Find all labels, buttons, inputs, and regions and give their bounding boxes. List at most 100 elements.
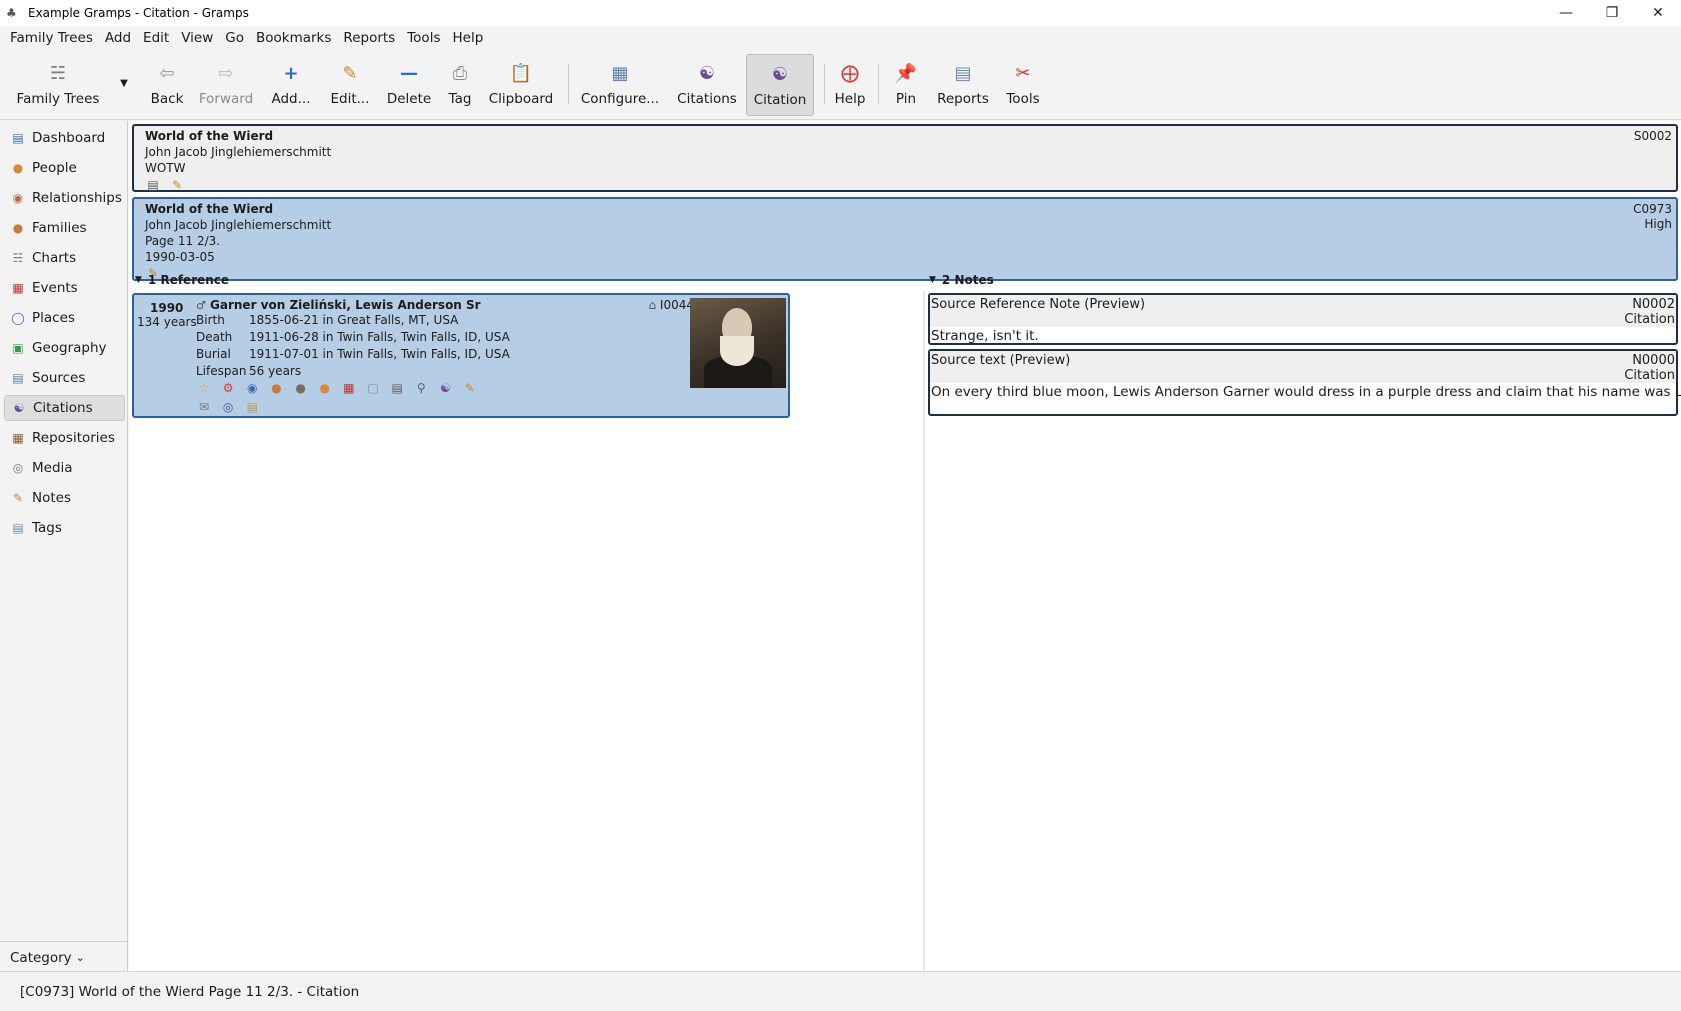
sidebar-item-citations[interactable]: ☯ Citations [4, 395, 125, 421]
sidebar-item-repositories[interactable]: ▦ Repositories [4, 425, 125, 451]
media-icon[interactable]: ◎ [220, 399, 236, 415]
toolbar-separator [878, 64, 879, 104]
clipboard-button[interactable]: 📋 Clipboard [486, 54, 556, 116]
menu-bookmarks[interactable]: Bookmarks [250, 30, 337, 46]
male-icon: ♂ [196, 299, 206, 312]
chevron-down-icon: ⌄ [75, 951, 85, 964]
sidebar-item-media[interactable]: ◎ Media [4, 455, 125, 481]
citation-icon[interactable]: ☯ [437, 380, 453, 396]
tools-icon: ✂ [1015, 63, 1031, 84]
sidebar-item-notes[interactable]: ✎ Notes [4, 485, 125, 511]
forward-button[interactable]: ⇨ Forward [196, 54, 256, 116]
sidebar-item-dashboard[interactable]: ▤ Dashboard [4, 125, 125, 151]
menu-tools[interactable]: Tools [401, 30, 446, 46]
source-title: World of the Wierd [145, 129, 274, 143]
person-action-icons-row2: ✉ ◎ ▤ [196, 399, 264, 415]
family-trees-button[interactable]: ☵ Family Trees [8, 54, 108, 116]
person-icon[interactable]: ● [317, 380, 333, 396]
menu-family-trees[interactable]: Family Trees [4, 30, 99, 46]
menu-go[interactable]: Go [219, 30, 250, 46]
clipboard-icon: 📋 [509, 63, 533, 84]
note-title: Source text (Preview) [931, 353, 1071, 368]
title-bar: ♣ Example Gramps - Citation - Gramps — ❐… [0, 0, 1681, 26]
tag-button[interactable]: ⎙ Tag [443, 54, 477, 116]
citations-view-button[interactable]: ☯ Citations [674, 54, 740, 116]
note-card[interactable]: Source text (Preview) N0000 Citation On … [928, 349, 1681, 416]
dashboard-icon: ▤ [12, 131, 24, 145]
source-record-icon[interactable]: ▤ [145, 177, 161, 193]
edit-note-icon[interactable]: ✎ [462, 380, 478, 396]
pin-button[interactable]: 📌 Pin [888, 54, 924, 116]
reports-button[interactable]: ▤ Reports [934, 54, 992, 116]
calendar-icon: ▦ [12, 281, 24, 295]
category-selector[interactable]: Category ⌄ [0, 941, 127, 973]
window-title: Example Gramps - Citation - Gramps [28, 6, 249, 20]
status-bar: [C0973] World of the Wierd Page 11 2/3. … [0, 971, 1681, 1011]
references-header[interactable]: ▼ 1 Reference [135, 273, 229, 287]
source-card[interactable]: World of the Wierd John Jacob Jinglehiem… [132, 124, 1678, 192]
reports-icon: ▤ [954, 63, 972, 84]
menu-view[interactable]: View [175, 30, 219, 46]
toolbar: ☵ Family Trees ▼ ⇦ Back ⇨ Forward + Add.… [0, 50, 1681, 120]
edit-note-icon[interactable]: ✎ [169, 177, 185, 193]
dropdown-arrow-icon: ▼ [120, 78, 128, 89]
star-icon[interactable]: ☆ [196, 380, 212, 396]
status-text: [C0973] World of the Wierd Page 11 2/3. … [20, 983, 360, 1000]
help-button[interactable]: ⨁ Help [832, 54, 868, 116]
reference-age: 134 years [137, 315, 197, 329]
group-icon[interactable]: ● [293, 380, 309, 396]
repository-icon: ▦ [12, 431, 24, 445]
id-card-icon[interactable]: ▤ [389, 380, 405, 396]
sidebar-item-people[interactable]: ● People [4, 155, 125, 181]
citation-view-button[interactable]: ☯ Citation [746, 54, 814, 116]
citation-card[interactable]: World of the Wierd John Jacob Jinglehiem… [132, 197, 1678, 281]
tag-icon: ▤ [12, 521, 24, 535]
clipboard-icon[interactable]: ▤ [244, 399, 260, 415]
sidebar-item-families[interactable]: ● Families [4, 215, 125, 241]
expander-triangle-icon: ▼ [929, 275, 936, 285]
note-text: Strange, isn't it. [931, 328, 1039, 344]
sidebar-item-geography[interactable]: ▣ Geography [4, 335, 125, 361]
gear-icon[interactable]: ⚙ [220, 380, 236, 396]
chat-icon[interactable]: ▢ [365, 380, 381, 396]
event-type-birth: Birth [196, 313, 225, 327]
configure-button[interactable]: ▦ Configure... [578, 54, 662, 116]
citation-view-icon: ☯ [771, 64, 789, 85]
family-icon[interactable]: ● [268, 380, 284, 396]
delete-button[interactable]: — Delete [382, 54, 436, 116]
minus-icon: — [400, 63, 418, 84]
sidebar-item-places[interactable]: ◯ Places [4, 305, 125, 331]
restore-icon[interactable]: ❐ [1589, 0, 1635, 26]
menu-reports[interactable]: Reports [337, 30, 401, 46]
sidebar-item-sources[interactable]: ▤ Sources [4, 365, 125, 391]
menu-edit[interactable]: Edit [137, 30, 175, 46]
edit-button[interactable]: ✎ Edit... [324, 54, 376, 116]
person-portrait-photo[interactable] [690, 298, 786, 388]
mail-icon[interactable]: ✉ [196, 399, 212, 415]
back-button[interactable]: ⇦ Back [142, 54, 192, 116]
pane-divider[interactable] [923, 291, 925, 981]
menu-help[interactable]: Help [446, 30, 489, 46]
note-card[interactable]: Source Reference Note (Preview) N0002 Ci… [928, 293, 1678, 345]
search-icon[interactable]: ⚲ [413, 380, 429, 396]
family-trees-dropdown[interactable]: ▼ [112, 54, 132, 116]
person-name: Garner von Zieliński, Lewis Anderson Sr [210, 298, 481, 312]
home-icon: ⌂ [648, 298, 657, 312]
close-icon[interactable]: ✕ [1635, 0, 1681, 26]
tools-button[interactable]: ✂ Tools [1002, 54, 1044, 116]
event-detail-death: 1911-06-28 in Twin Falls, Twin Falls, ID… [249, 330, 510, 344]
minimize-icon[interactable]: — [1543, 0, 1589, 26]
sidebar-item-events[interactable]: ▦ Events [4, 275, 125, 301]
person-info-icon[interactable]: ◉ [244, 380, 260, 396]
menu-add[interactable]: Add [99, 30, 137, 46]
sidebar-item-tags[interactable]: ▤ Tags [4, 515, 125, 541]
lifespan-label: Lifespan [196, 364, 247, 378]
add-button[interactable]: + Add... [266, 54, 316, 116]
source-abbrev: WOTW [145, 161, 186, 175]
calendar-icon[interactable]: ▦ [341, 380, 357, 396]
sidebar-item-charts[interactable]: ☵ Charts [4, 245, 125, 271]
notes-header[interactable]: ▼ 2 Notes [929, 273, 994, 287]
sidebar-item-relationships[interactable]: ◉ Relationships [4, 185, 125, 211]
plus-icon: + [283, 63, 299, 84]
families-icon: ● [12, 221, 24, 235]
